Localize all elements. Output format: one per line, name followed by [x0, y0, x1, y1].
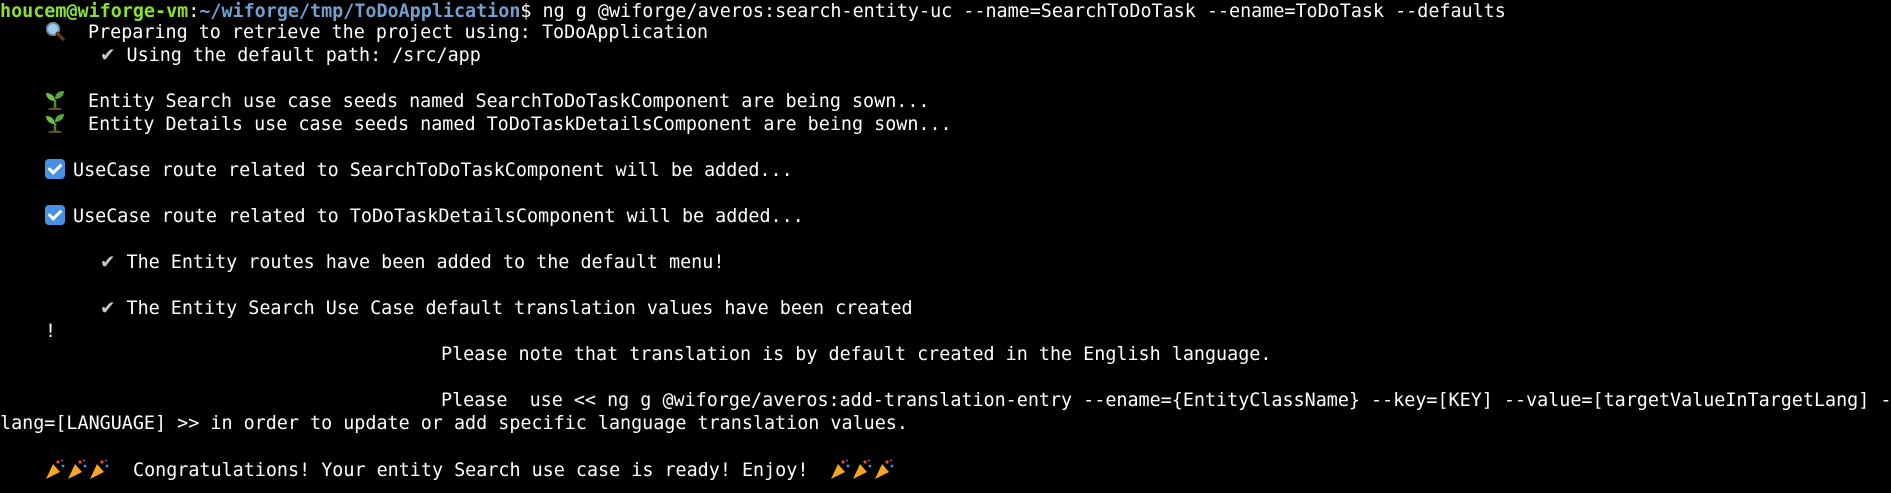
route-details-text: UseCase route related to ToDoTaskDetails… — [73, 206, 804, 227]
output-line-please-use-2: lang=[LANGUAGE] >> in order to update or… — [0, 412, 908, 435]
prompt-symbol: $ — [520, 1, 532, 22]
translation-created-text: The Entity Search Use Case default trans… — [126, 298, 913, 319]
output-line-congrats: Congratulations! Your entity Search use … — [45, 458, 896, 481]
details-seeds-text: Entity Details use case seeds named ToDo… — [88, 114, 952, 135]
please-use-text-2: lang=[LANGUAGE] >> in order to update or… — [0, 413, 908, 434]
output-line-please-use-1: Please use << ng g @wiforge/averos:add-t… — [441, 389, 1891, 412]
congrats-text: Congratulations! Your entity Search use … — [133, 460, 809, 481]
output-line-exclamation: ! — [45, 320, 56, 343]
prompt-user-host: houcem@wiforge-vm — [0, 1, 189, 22]
terminal-window[interactable]: houcem@wiforge-vm:~/wiforge/tmp/ToDoAppl… — [0, 0, 1891, 493]
output-line-default-path: ✔ Using the default path: /src/app — [100, 44, 481, 67]
output-line-route-search: UseCase route related to SearchToDoTaskC… — [45, 159, 793, 182]
prompt-command: ng g @wiforge/averos:search-entity-uc --… — [531, 1, 1506, 22]
route-search-text: UseCase route related to SearchToDoTaskC… — [73, 160, 793, 181]
output-line-route-details: UseCase route related to ToDoTaskDetails… — [45, 205, 804, 228]
please-use-text-1: Please use << ng g @wiforge/averos:add-t… — [441, 390, 1891, 411]
check-box-icon — [45, 205, 65, 225]
note-translation-text: Please note that translation is by defau… — [441, 344, 1272, 365]
party-popper-icon — [45, 458, 111, 480]
exclamation-text: ! — [45, 321, 57, 342]
search-seeds-text: Entity Search use case seeds named Searc… — [88, 91, 930, 112]
prompt-separator: : — [188, 1, 200, 22]
party-popper-icon — [830, 458, 896, 480]
check-mark-icon: ✔ — [100, 45, 116, 66]
menu-added-text: The Entity routes have been added to the… — [126, 252, 725, 273]
prompt-line: houcem@wiforge-vm:~/wiforge/tmp/ToDoAppl… — [0, 0, 1506, 23]
check-mark-icon: ✔ — [100, 252, 116, 273]
output-line-details-seeds: Entity Details use case seeds named ToDo… — [44, 113, 952, 136]
output-line-translation-created: ✔ The Entity Search Use Case default tra… — [100, 297, 913, 320]
output-line-search-seeds: Entity Search use case seeds named Searc… — [44, 90, 929, 113]
default-path-text: Using the default path: /src/app — [126, 45, 481, 66]
seedling-icon — [44, 113, 66, 134]
prompt-path: ~/wiforge/tmp/ToDoApplication — [199, 1, 521, 22]
preparing-text: Preparing to retrieve the project using:… — [88, 22, 709, 43]
output-line-menu-added: ✔ The Entity routes have been added to t… — [100, 251, 724, 274]
output-line-preparing: Preparing to retrieve the project using:… — [44, 21, 708, 44]
magnifying-glass-icon — [44, 21, 66, 41]
check-mark-icon: ✔ — [100, 298, 116, 319]
output-line-note-translation: Please note that translation is by defau… — [441, 343, 1271, 366]
seedling-icon — [44, 90, 66, 111]
check-box-icon — [45, 159, 65, 179]
